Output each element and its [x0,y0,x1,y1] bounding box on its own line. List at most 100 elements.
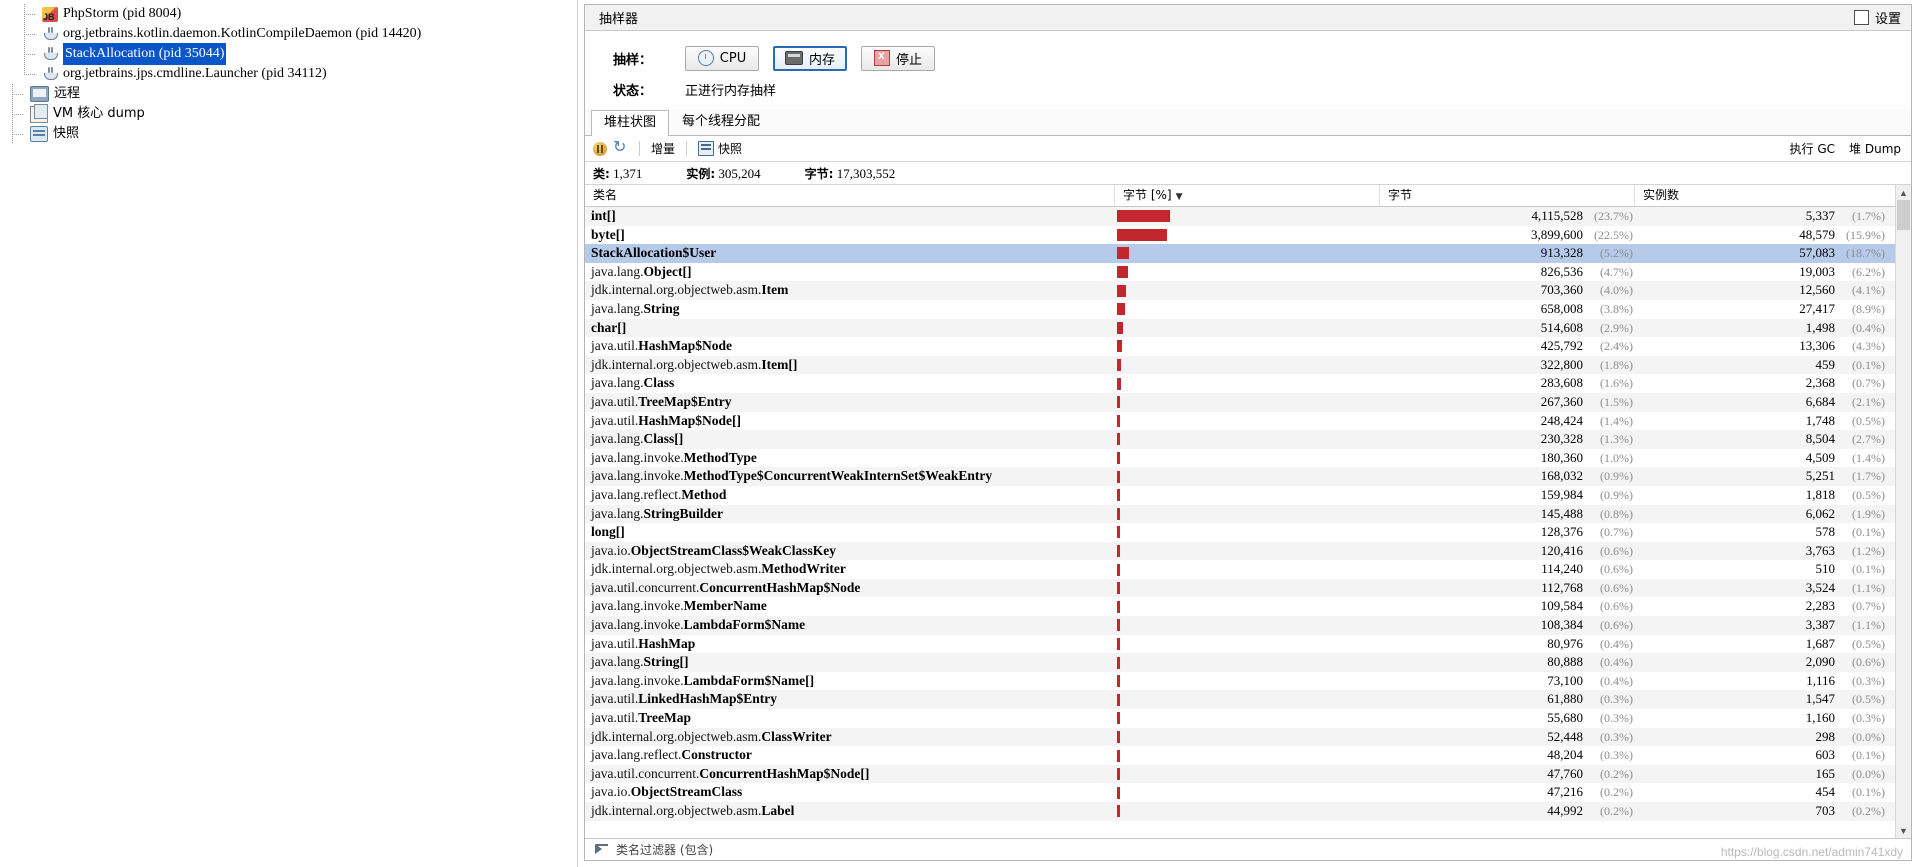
table-body[interactable]: int[] 4,115,528 (23.7%) 5,337 (1.7%) byte[] 3,… [585,207,1911,829]
bytes-value: 48,204 [1547,747,1583,763]
table-row[interactable]: java.util.HashMap 80,976 (0.4%) 1,687 (0.5%) [585,634,1911,654]
pause-icon[interactable] [593,141,607,156]
table-row[interactable]: java.util.TreeMap 55,680 (0.3%) 1,160 (0.3%) [585,709,1911,728]
table-row[interactable]: java.lang.Class 283,608 (1.6%) 2,368 (0.7%) [585,374,1911,393]
application-tree[interactable]: PhpStorm (pid 8004) org.jetbrains.kotlin.… [0,0,577,144]
table-row[interactable]: long[] 128,376 (0.7%) 578 (0.1%) [585,523,1911,542]
delta-button[interactable]: 增量 [651,140,675,157]
column-header-instances[interactable]: 实例数 [1635,185,1911,206]
table-row[interactable]: java.lang.String[] 80,888 (0.4%) 2,090 (0.6%… [585,653,1911,672]
table-row[interactable]: java.util.HashMap$Node[] 248,424 (1.4%) 1,7… [585,411,1911,431]
instances-percent: (0.7%) [1852,376,1885,391]
table-row[interactable]: jdk.internal.org.objectweb.asm.Label 44,9… [585,802,1911,821]
tree-item-4[interactable]: org.jetbrains.jps.cmdline.Launcher (pid … [0,64,577,84]
perform-gc-button[interactable]: 执行 GC [1790,140,1836,157]
bytes-value: 47,760 [1547,765,1583,781]
cell-bytes: 145,488 (0.8%) [1380,505,1635,524]
scroll-down-icon[interactable]: ▼ [1896,823,1911,838]
cell-instances: 703 (0.2%) [1635,802,1911,821]
snapshot-icon [30,126,48,142]
instances-percent: (0.6%) [1852,655,1885,670]
table-row[interactable]: java.io.ObjectStreamClass$WeakClassKey 12… [585,541,1911,561]
instances-value: 578 [1815,524,1836,540]
cell-class-name: java.lang.String[] [585,653,1115,672]
table-row[interactable]: StackAllocation$User 913,328 (5.2%) 57,083 (… [585,244,1911,263]
settings-checkbox[interactable]: 设置 [1853,8,1901,27]
cell-instances: 2,283 (0.7%) [1635,597,1911,616]
tree-item-3[interactable]: StackAllocation (pid 35044) [0,43,577,65]
instances-value: 1,748 [1805,412,1835,428]
class-package: java.lang. [591,654,644,670]
scroll-up-icon[interactable]: ▲ [1896,185,1911,200]
table-row[interactable]: jdk.internal.org.objectweb.asm.MethodWri… [585,560,1911,579]
column-header-bytes[interactable]: 字节 [1380,185,1635,206]
table-row[interactable]: char[] 514,608 (2.9%) 1,498 (0.4%) [585,318,1911,338]
cell-class-name: java.io.ObjectStreamClass [585,783,1115,802]
cell-class-name: java.lang.invoke.MethodType$ConcurrentWe… [585,467,1115,486]
class-simple-name: String [643,300,680,316]
table-row[interactable]: byte[] 3,899,600 (22.5%) 48,579 (15.9%) [585,225,1911,245]
panel-header: 抽样器 设置 [585,5,1911,31]
instances-value: 4,509 [1805,449,1835,465]
table-row[interactable]: java.lang.String 658,008 (3.8%) 27,417 (8.9%… [585,299,1911,319]
bytes-bar-fill [1117,656,1120,669]
stat-2: 实例: 305,204 [686,165,760,182]
tree-item-1[interactable]: PhpStorm (pid 8004) [0,4,577,27]
column-header-class-name[interactable]: 类名 [585,185,1115,206]
table-vertical-scrollbar[interactable]: ▲ ▼ [1895,185,1911,838]
table-row[interactable]: java.io.ObjectStreamClass 47,216 (0.2%) 454… [585,783,1911,802]
instances-percent: (0.0%) [1852,766,1885,781]
refresh-icon[interactable] [613,137,628,157]
tab-1[interactable]: 堆柱状图 [591,110,670,136]
tree-item-2[interactable]: org.jetbrains.kotlin.daemon.KotlinCompil… [0,24,577,44]
table-row[interactable]: jdk.internal.org.objectweb.asm.Item[] 322… [585,355,1911,375]
tree-item-7[interactable]: 快照 [0,124,577,144]
tree-item-label: PhpStorm (pid 8004) [63,6,182,21]
table-row[interactable]: java.lang.invoke.MemberName 109,584 (0.6%)… [585,597,1911,617]
class-package: java.lang.invoke. [591,598,684,614]
tree-item-label: org.jetbrains.kotlin.daemon.KotlinCompil… [63,26,422,41]
table-row[interactable]: java.util.concurrent.ConcurrentHashMap$N… [585,578,1911,598]
table-row[interactable]: java.util.LinkedHashMap$Entry 61,880 (0.3%… [585,690,1911,710]
table-row[interactable]: java.lang.reflect.Method 159,984 (0.9%) 1,8… [585,485,1911,505]
table-row[interactable]: java.util.HashMap$Node 425,792 (2.4%) 13,30… [585,337,1911,356]
scrollbar-thumb[interactable] [1897,200,1910,230]
instances-value: 1,160 [1805,710,1835,726]
heap-dump-button[interactable]: 堆 Dump [1849,140,1901,157]
checkbox-icon[interactable] [1853,10,1869,25]
cell-bytes-bar [1115,374,1380,393]
tab-2[interactable]: 每个线程分配 [669,109,773,135]
stop-sample-button[interactable]: 停止 [861,45,936,71]
table-row[interactable]: java.lang.StringBuilder 145,488 (0.8%) 6,06… [585,504,1911,524]
instances-percent: (0.1%) [1852,357,1885,372]
table-row[interactable]: jdk.internal.org.objectweb.asm.ClassWrit… [585,727,1911,747]
toolbar-divider-2 [686,141,688,156]
table-row[interactable]: java.lang.invoke.LambdaForm$Name[] 73,100… [585,671,1911,691]
snapshot-button[interactable]: 快照 [698,140,742,157]
tree-item-5[interactable]: 远程 [0,84,577,104]
table-row[interactable]: jdk.internal.org.objectweb.asm.Item 703,3… [585,281,1911,300]
tab-strip[interactable]: 堆柱状图 每个线程分配 [585,109,1911,136]
table-row[interactable]: java.lang.invoke.MethodType$ConcurrentWe… [585,467,1911,486]
memory-sample-button[interactable]: 内存 [773,45,848,71]
bytes-bar-fill [1117,470,1120,483]
tree-item-6[interactable]: VM 核心 dump [0,103,577,124]
table-row[interactable]: java.lang.invoke.LambdaForm$Name 108,384 (… [585,616,1911,635]
class-package: java.util. [591,635,639,651]
table-row[interactable]: java.lang.Object[] 826,536 (4.7%) 19,003 (6.… [585,262,1911,282]
table-row[interactable]: java.lang.invoke.MethodType 180,360 (1.0%)… [585,448,1911,468]
table-row[interactable]: int[] 4,115,528 (23.7%) 5,337 (1.7%) [585,207,1911,226]
filter-bar[interactable]: 类名过滤器 (包含) https://blog.csdn.net/admin74… [585,838,1911,860]
table-row[interactable]: java.util.concurrent.ConcurrentHashMap$N… [585,764,1911,784]
cell-instances: 3,763 (1.2%) [1635,542,1911,561]
class-package: jdk.internal.org.objectweb.asm. [591,356,762,372]
bytes-percent: (0.3%) [1600,711,1633,726]
sample-label: 抽样： [613,52,653,68]
table-row[interactable]: java.util.TreeMap$Entry 267,360 (1.5%) 6,68… [585,392,1911,412]
table-row[interactable]: java.lang.Class[] 230,328 (1.3%) 8,504 (2.7%… [585,430,1911,449]
cpu-sample-button[interactable]: CPU [685,45,759,71]
table-row[interactable]: java.lang.reflect.Constructor 48,204 (0.3%… [585,746,1911,765]
column-header-bytes-pct[interactable]: 字节 [%] ▼ [1115,185,1380,206]
instances-percent: (0.5%) [1852,636,1885,651]
cpu-button-label: CPU [719,50,747,66]
